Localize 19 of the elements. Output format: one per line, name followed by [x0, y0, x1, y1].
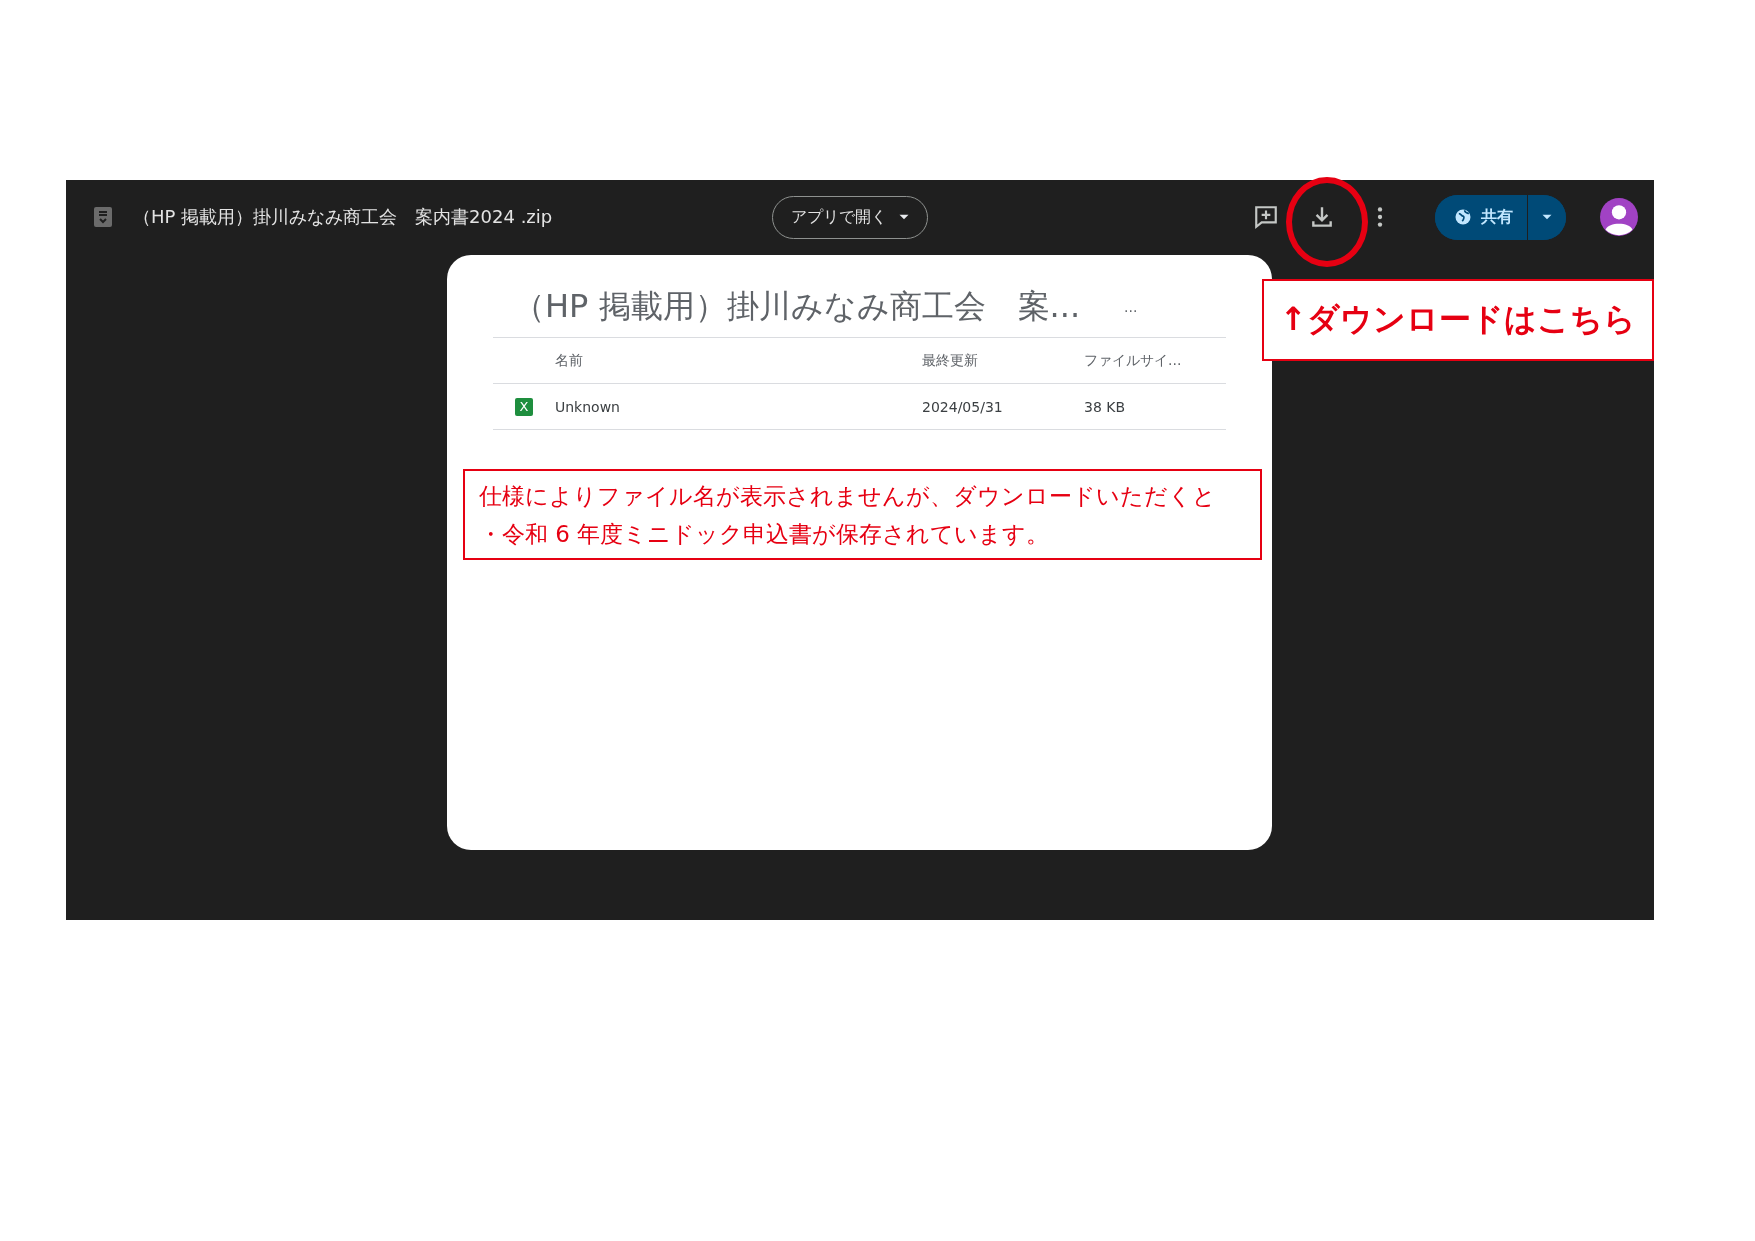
download-icon[interactable]	[1309, 204, 1335, 230]
open-with-button[interactable]: アプリで開く	[772, 195, 928, 239]
avatar-icon[interactable]	[1600, 198, 1638, 236]
archive-file-icon	[91, 205, 115, 229]
column-header[interactable]: 名前	[555, 351, 922, 370]
add-comment-icon[interactable]	[1253, 204, 1279, 230]
table-cell-text: 2024/05/31	[922, 398, 1004, 415]
download-callout: ↑ダウンロードはこちら	[1262, 279, 1654, 361]
file-name-cell[interactable]: Unknown	[555, 398, 922, 415]
table-cell: 38 KB	[1084, 398, 1126, 415]
file-title: （HP 掲載用）掛川みなみ商工会 案内書2024 .zip	[133, 205, 553, 229]
archive-title: （HP 掲載用）掛川みなみ商工会 案...	[513, 286, 1081, 327]
column-header[interactable]: 最終更新	[922, 351, 1084, 370]
globe-icon	[1453, 207, 1473, 227]
column-header[interactable]: ファイルサイ...	[1084, 351, 1182, 370]
spreadsheet-icon: X	[515, 397, 533, 416]
more-text: ...	[1124, 299, 1138, 315]
filename-note: 仕様によりファイル名が表示されませんが、ダウンロードいただくと ・令和 6 年度ミニドック申込書が保存されています。	[463, 469, 1262, 560]
share-button[interactable]: 共有	[1435, 194, 1528, 240]
